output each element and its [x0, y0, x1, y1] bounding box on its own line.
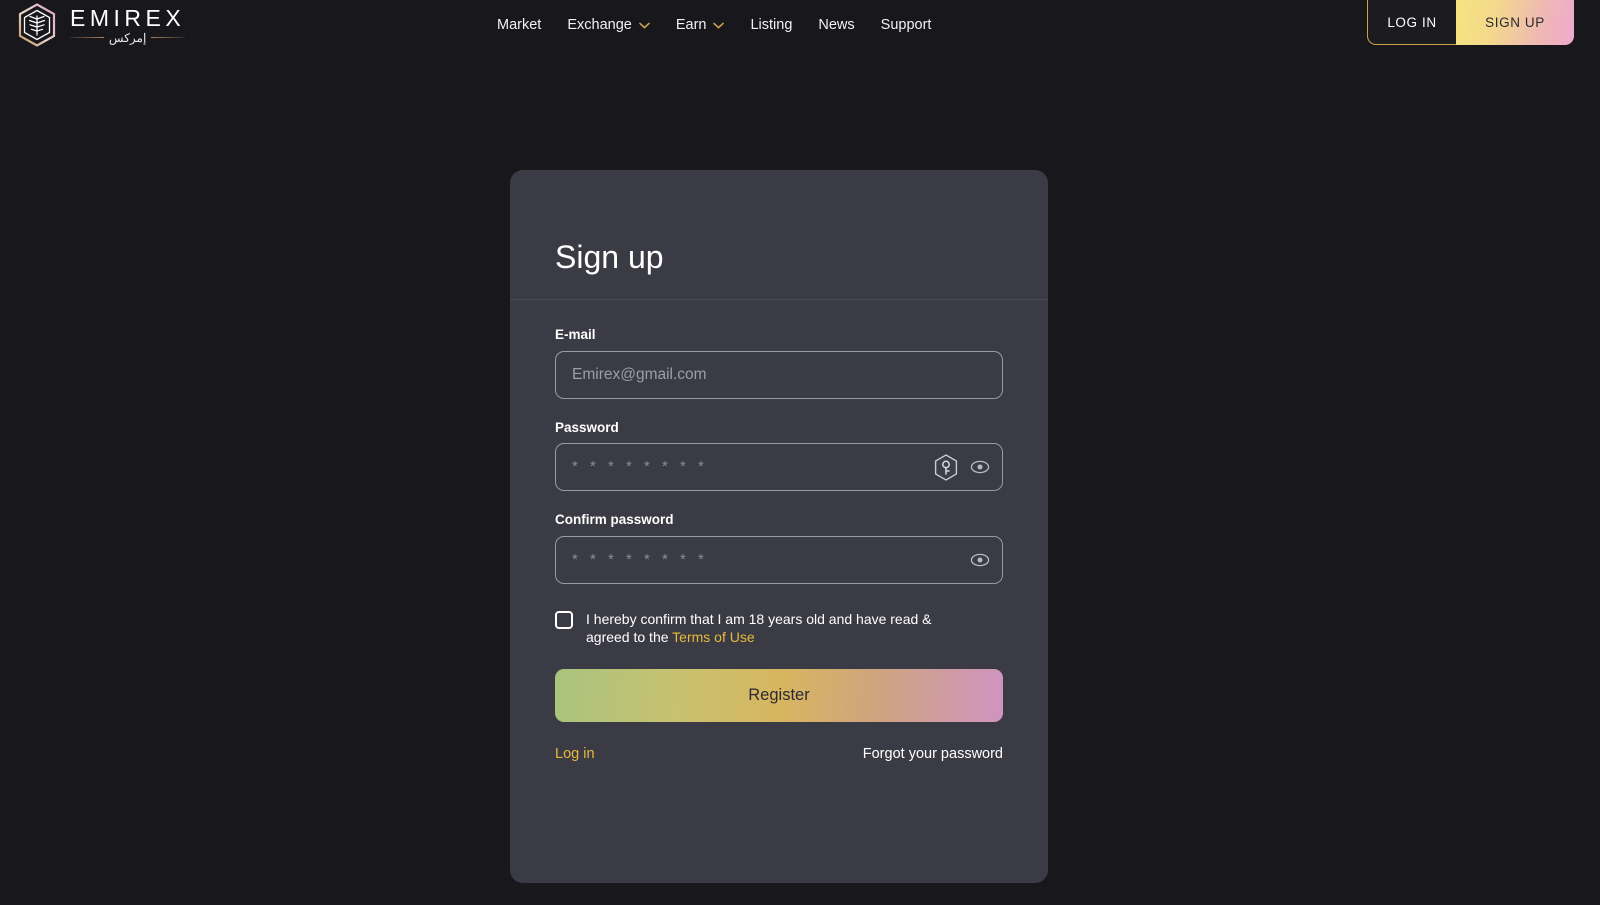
- brand-wordmark: EMIREX: [70, 4, 186, 31]
- nav-item-exchange[interactable]: Exchange: [567, 18, 650, 33]
- card-footer-links: Log in Forgot your password: [555, 746, 1003, 762]
- site-header: EMIREX إمركس Market Exchange Earn Listin…: [0, 0, 1600, 50]
- consent-text: I hereby confirm that I am 18 years old …: [586, 610, 976, 647]
- brand-rule-right: [151, 37, 186, 38]
- nav-label: Listing: [750, 16, 793, 33]
- brand-arabic-name: إمركس: [108, 30, 147, 45]
- password-input-shell[interactable]: [555, 443, 1003, 491]
- email-input[interactable]: [556, 351, 1002, 398]
- auth-buttons: LOG IN SIGN UP: [1367, 0, 1574, 45]
- consent-text-body: I hereby confirm that I am 18 years old …: [586, 610, 932, 646]
- sign-up-form: E-mail Password: [510, 300, 1048, 762]
- nav-label: News: [818, 16, 855, 33]
- email-input-shell[interactable]: [555, 350, 1003, 399]
- emirex-hex-palm-logo-icon: [18, 3, 56, 47]
- confirm-password-input-icons: [970, 553, 990, 567]
- password-input-icons: [934, 453, 990, 481]
- nav-label: Earn: [675, 16, 707, 33]
- log-in-button[interactable]: LOG IN: [1367, 0, 1456, 45]
- sign-up-button[interactable]: SIGN UP: [1456, 0, 1574, 45]
- brand-subline: إمركس: [70, 30, 186, 45]
- brand-rule-left: [70, 37, 104, 38]
- nav-item-listing[interactable]: Listing: [750, 18, 792, 33]
- key-hexagon-icon[interactable]: [934, 453, 958, 481]
- chevron-down-icon: [713, 22, 725, 29]
- nav-label: Exchange: [567, 16, 632, 33]
- eye-icon[interactable]: [970, 553, 990, 567]
- brand-wordmark-block: EMIREX إمركس: [70, 4, 186, 45]
- eye-icon[interactable]: [970, 460, 990, 474]
- email-label: E-mail: [555, 327, 596, 342]
- password-label: Password: [555, 419, 619, 435]
- nav-label: Support: [880, 16, 932, 33]
- nav-label: Market: [497, 16, 542, 33]
- page-title: Sign up: [555, 239, 664, 275]
- nav-item-news[interactable]: News: [818, 18, 854, 33]
- chevron-down-icon: [639, 22, 650, 29]
- page-stage: Sign up E-mail Password: [0, 50, 1600, 905]
- consent-row: I hereby confirm that I am 18 years old …: [555, 610, 1003, 647]
- main-nav: Market Exchange Earn Listing News Suppor…: [497, 0, 931, 50]
- log-in-link[interactable]: Log in: [555, 746, 595, 762]
- register-button[interactable]: Register: [555, 668, 1003, 722]
- nav-item-support[interactable]: Support: [881, 18, 932, 33]
- confirm-password-label: Confirm password: [555, 512, 674, 527]
- sign-up-card: Sign up E-mail Password: [510, 170, 1048, 883]
- nav-item-market[interactable]: Market: [497, 18, 541, 33]
- confirm-password-input-shell[interactable]: [555, 535, 1003, 584]
- confirm-password-input[interactable]: [556, 536, 1002, 583]
- card-header: Sign up: [510, 170, 1048, 300]
- terms-of-use-link[interactable]: Terms of Use: [672, 629, 754, 645]
- brand-logo[interactable]: EMIREX إمركس: [14, 2, 186, 48]
- forgot-password-link[interactable]: Forgot your password: [863, 746, 1003, 762]
- terms-checkbox[interactable]: [555, 610, 573, 629]
- nav-item-earn[interactable]: Earn: [676, 18, 725, 33]
